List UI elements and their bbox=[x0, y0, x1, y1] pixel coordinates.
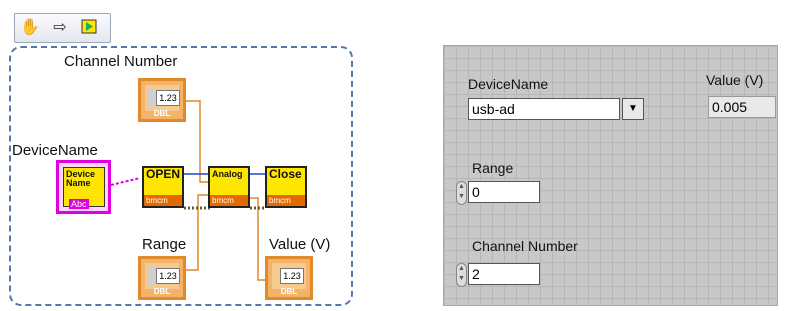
device-name-ring[interactable]: usb-ad bbox=[468, 98, 620, 120]
analog-in-vi[interactable]: Analog bmcm bbox=[208, 166, 250, 208]
close-vi[interactable]: Close bmcm bbox=[265, 166, 307, 208]
front-panel: DeviceName usb-ad ▼ Value (V) 0.005 Rang… bbox=[443, 45, 778, 306]
channel-spinner[interactable]: ▲ ▼ bbox=[456, 263, 467, 287]
device-name-label: DeviceName bbox=[12, 142, 98, 159]
range-spinner[interactable]: ▲ ▼ bbox=[456, 181, 467, 205]
channel-input[interactable]: 2 bbox=[468, 263, 540, 285]
open-vi[interactable]: OPEN bmcm bbox=[142, 166, 184, 208]
value-label: Value (V) bbox=[269, 236, 331, 253]
channel-number-terminal[interactable]: 1.23 DBL bbox=[138, 78, 186, 122]
range-input[interactable]: 0 bbox=[468, 181, 540, 203]
fp-channel-label: Channel Number bbox=[472, 238, 578, 254]
fp-range-label: Range bbox=[472, 160, 514, 176]
value-terminal[interactable]: 1.23 DBL bbox=[265, 256, 313, 300]
device-name-terminal[interactable]: Device Name Abc bbox=[56, 160, 111, 214]
fp-device-name-label: DeviceName bbox=[468, 76, 549, 92]
device-name-dropdown-icon[interactable]: ▼ bbox=[622, 98, 644, 120]
range-terminal[interactable]: 1.23 DBL bbox=[138, 256, 186, 300]
value-indicator: 0.005 bbox=[708, 96, 776, 118]
channel-number-label: Channel Number bbox=[64, 53, 178, 70]
range-label: Range bbox=[142, 236, 187, 253]
fp-value-label: Value (V) bbox=[706, 72, 764, 88]
